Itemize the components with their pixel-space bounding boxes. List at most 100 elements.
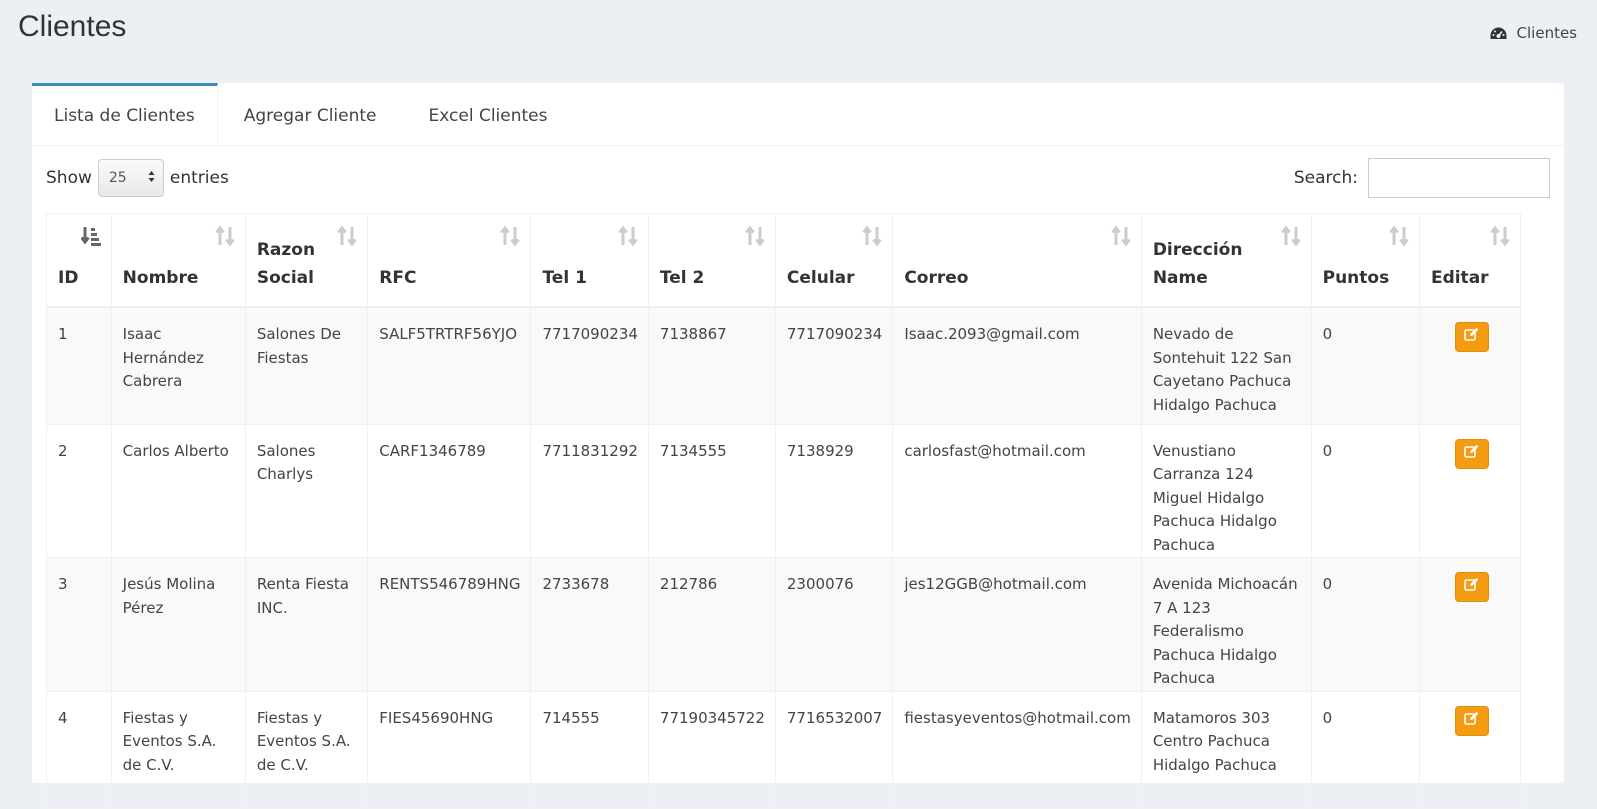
edit-button[interactable] bbox=[1454, 438, 1489, 469]
edit-button[interactable] bbox=[1454, 705, 1489, 736]
header-line2: Editar bbox=[1430, 268, 1489, 288]
cell-razon-social: Fiestas y Eventos S.A. de C.V. bbox=[244, 690, 369, 809]
tab-bar: Lista de Clientes Agregar Cliente Excel … bbox=[32, 83, 1564, 146]
header-line2: ID bbox=[58, 268, 79, 288]
table-row: 4 Fiestas y Eventos S.A. de C.V. Fiestas… bbox=[46, 690, 1522, 809]
sort-both-icon bbox=[618, 225, 638, 255]
cell-celular: 7717090234 bbox=[774, 306, 894, 425]
column-header-direccion[interactable]: Dirección Name bbox=[1140, 213, 1312, 308]
edit-icon bbox=[1464, 709, 1480, 733]
page-title: Clientes bbox=[18, 10, 127, 43]
cell-editar bbox=[1418, 306, 1522, 425]
cell-nombre: Carlos Alberto bbox=[110, 423, 246, 558]
table-row: 1 Isaac Hernández Cabrera Salones De Fie… bbox=[46, 306, 1522, 425]
table-row: 2 Carlos Alberto Salones Charlys CARF134… bbox=[46, 423, 1522, 558]
column-header-celular[interactable]: Celular bbox=[774, 213, 894, 308]
header-line2: Puntos bbox=[1322, 268, 1390, 288]
table-controls: Show 25 entries Search: bbox=[46, 158, 1550, 198]
cell-id: 3 bbox=[46, 557, 112, 692]
cell-editar bbox=[1418, 557, 1522, 692]
breadcrumb[interactable]: Clientes bbox=[1490, 24, 1577, 42]
header-line2: RFC bbox=[379, 268, 417, 288]
tab-lista-clientes[interactable]: Lista de Clientes bbox=[32, 83, 218, 145]
column-header-id[interactable]: ID bbox=[46, 213, 112, 308]
column-header-nombre[interactable]: Nombre bbox=[110, 213, 246, 308]
cell-tel2: 212786 bbox=[647, 557, 776, 692]
sort-both-icon bbox=[337, 225, 357, 255]
clients-panel: Lista de Clientes Agregar Cliente Excel … bbox=[32, 83, 1564, 809]
select-arrows-icon bbox=[148, 170, 155, 187]
header-line2: Social bbox=[256, 268, 314, 288]
cell-razon-social: Salones De Fiestas bbox=[244, 306, 369, 425]
cell-celular: 2300076 bbox=[774, 557, 894, 692]
table-row: 3 Jesús Molina Pérez Renta Fiesta INC. R… bbox=[46, 557, 1522, 692]
column-header-tel1[interactable]: Tel 1 bbox=[530, 213, 649, 308]
cell-rfc: RENTS546789HNG bbox=[367, 557, 532, 692]
edit-icon bbox=[1464, 442, 1480, 466]
cell-tel2: 7138867 bbox=[647, 306, 776, 425]
cell-nombre: Isaac Hernández Cabrera bbox=[110, 306, 246, 425]
column-header-correo[interactable]: Correo bbox=[892, 213, 1142, 308]
sort-asc-icon bbox=[79, 226, 101, 255]
header-line2: Correo bbox=[904, 268, 969, 288]
cell-tel2: 77190345722 bbox=[647, 690, 776, 809]
cell-razon-social: Renta Fiesta INC. bbox=[244, 557, 369, 692]
edit-icon bbox=[1464, 325, 1480, 349]
search-control: Search: bbox=[1294, 158, 1550, 198]
column-header-razon-social[interactable]: Razon Social bbox=[244, 213, 369, 308]
cell-rfc: FIES45690HNG bbox=[367, 690, 532, 809]
sort-both-icon bbox=[745, 225, 765, 255]
cell-tel1: 7717090234 bbox=[530, 306, 649, 425]
entries-label: entries bbox=[169, 168, 229, 188]
sort-both-icon bbox=[862, 225, 883, 255]
column-header-rfc[interactable]: RFC bbox=[367, 213, 532, 308]
sort-both-icon bbox=[1280, 225, 1301, 255]
tab-agregar-cliente[interactable]: Agregar Cliente bbox=[218, 86, 403, 145]
cell-id: 4 bbox=[46, 690, 112, 809]
cell-direccion: Matamoros 303 Centro Pachuca Hidalgo Pac… bbox=[1140, 690, 1312, 809]
edit-button[interactable] bbox=[1454, 322, 1489, 352]
cell-puntos: 0 bbox=[1310, 423, 1420, 558]
cell-tel1: 714555 bbox=[530, 690, 649, 809]
edit-button[interactable] bbox=[1454, 572, 1489, 602]
column-header-tel2[interactable]: Tel 2 bbox=[647, 213, 776, 308]
cell-id: 2 bbox=[46, 423, 112, 558]
cell-celular: 7716532007 bbox=[774, 690, 894, 809]
sort-both-icon bbox=[1490, 225, 1510, 255]
tab-excel-clientes[interactable]: Excel Clientes bbox=[403, 86, 574, 145]
header-line2: Nombre bbox=[122, 268, 199, 288]
cell-puntos: 0 bbox=[1310, 557, 1420, 692]
header-line2: Celular bbox=[786, 268, 855, 288]
sort-both-icon bbox=[500, 225, 521, 255]
header-line1: Dirección bbox=[1152, 240, 1243, 260]
cell-correo: Isaac.2093@gmail.com bbox=[892, 306, 1142, 425]
cell-puntos: 0 bbox=[1310, 306, 1420, 425]
column-header-editar[interactable]: Editar bbox=[1418, 213, 1522, 308]
cell-celular: 7138929 bbox=[774, 423, 894, 558]
cell-correo: carlosfast@hotmail.com bbox=[892, 423, 1142, 558]
entries-select[interactable]: 25 bbox=[97, 159, 164, 197]
cell-nombre: Jesús Molina Pérez bbox=[110, 557, 246, 692]
cell-tel1: 2733678 bbox=[530, 557, 649, 692]
cell-id: 1 bbox=[46, 306, 112, 425]
entries-length-control: Show 25 entries bbox=[46, 159, 229, 197]
header-line2: Name bbox=[1152, 268, 1208, 288]
sort-both-icon bbox=[1111, 225, 1131, 255]
cell-rfc: CARF1346789 bbox=[367, 423, 532, 558]
search-input[interactable] bbox=[1368, 158, 1550, 198]
cell-correo: fiestasyeventos@hotmail.com bbox=[892, 690, 1142, 809]
cell-correo: jes12GGB@hotmail.com bbox=[892, 557, 1142, 692]
cell-puntos: 0 bbox=[1310, 690, 1420, 809]
entries-select-value: 25 bbox=[108, 170, 127, 186]
cell-direccion: Venustiano Carranza 124 Miguel Hidalgo P… bbox=[1140, 423, 1312, 558]
cell-editar bbox=[1418, 690, 1522, 809]
clients-table: ID Nombre Razon Social RFC Tel 1 Tel 2 Ce… bbox=[46, 213, 1522, 809]
column-header-puntos[interactable]: Puntos bbox=[1310, 213, 1420, 308]
dashboard-icon bbox=[1490, 27, 1507, 40]
header-line2: Tel 1 bbox=[542, 268, 587, 288]
sort-both-icon bbox=[215, 225, 235, 255]
search-label: Search: bbox=[1293, 168, 1358, 188]
cell-nombre: Fiestas y Eventos S.A. de C.V. bbox=[110, 690, 246, 809]
show-label: Show bbox=[46, 168, 92, 188]
header-line2: Tel 2 bbox=[659, 268, 705, 288]
